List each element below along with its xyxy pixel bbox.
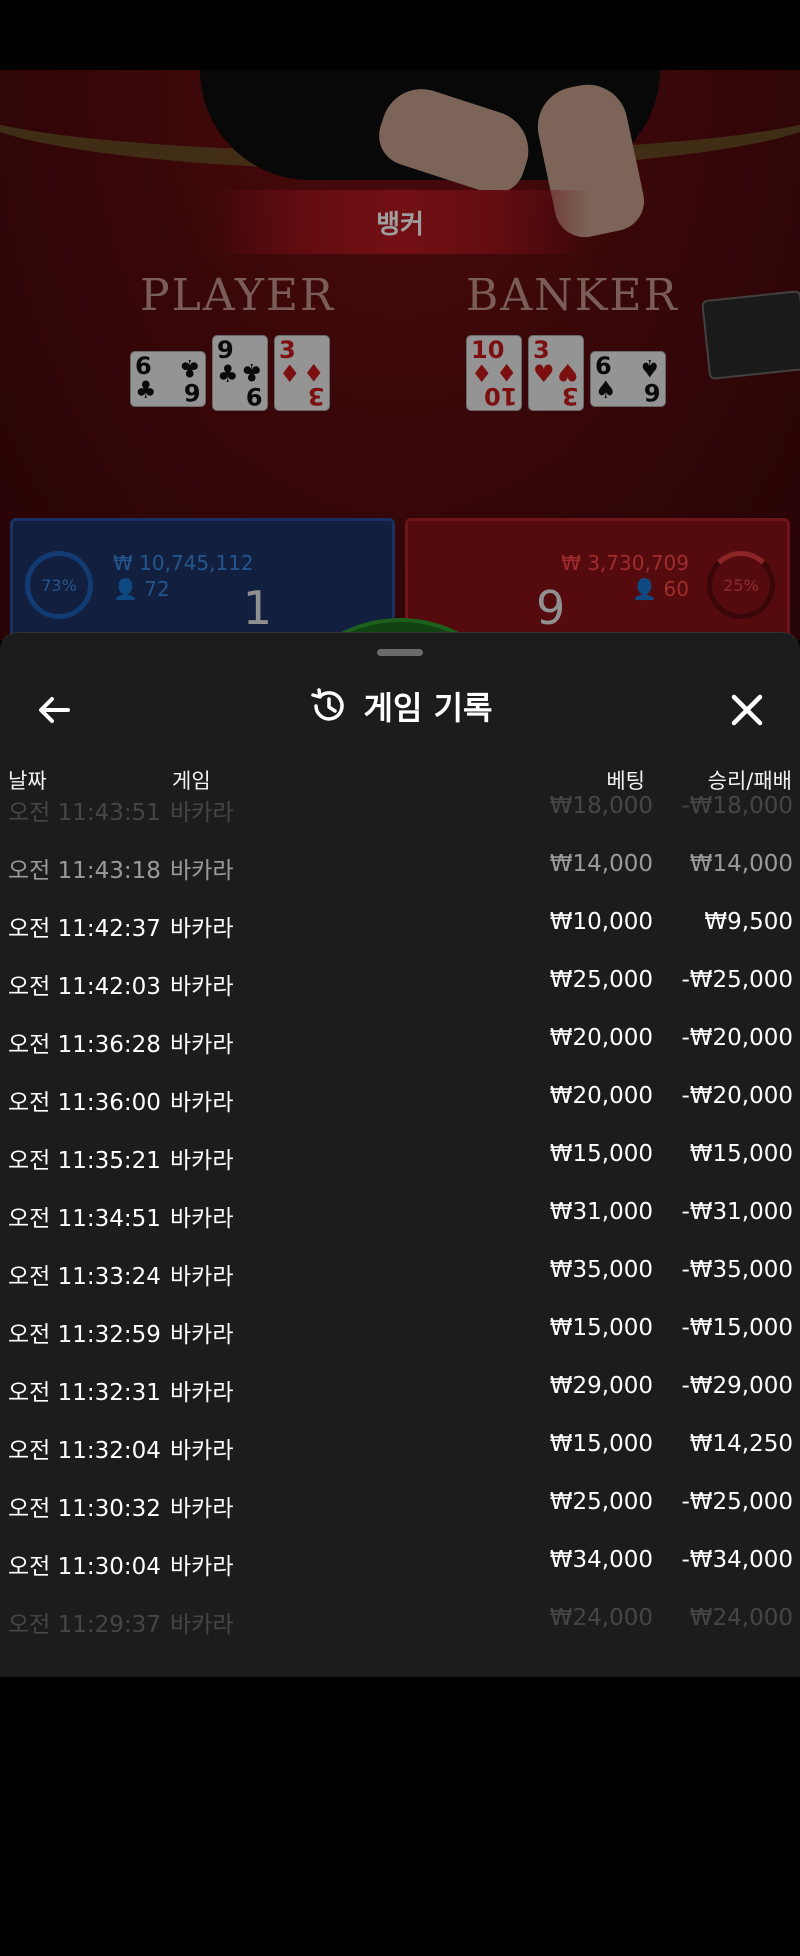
history-clock-icon [310, 688, 344, 721]
row-time: 오전 11:32:59 [8, 1322, 161, 1348]
row-bet: ₩20,000 [549, 1083, 653, 1109]
row-time: 오전 11:30:04 [8, 1554, 161, 1580]
row-result: -₩29,000 [681, 1373, 793, 1399]
game-history-panel: 게임 기록 날짜 게임 베팅 승리/패배 오전 11:43:51 바카라 ₩18,0… [0, 632, 800, 1677]
row-result: -₩20,000 [681, 1083, 793, 1109]
row-bet: ₩34,000 [549, 1547, 653, 1573]
row-game: 바카라 [170, 1438, 234, 1464]
history-row[interactable]: 오전 11:32:59 바카라 ₩15,000 -₩15,000 [0, 1301, 800, 1359]
row-time: 오전 11:32:04 [8, 1438, 161, 1464]
row-result: ₩14,250 [689, 1431, 793, 1457]
row-game: 바카라 [170, 858, 234, 884]
column-header-date[interactable]: 날짜 [8, 765, 47, 795]
row-result: -₩25,000 [681, 967, 793, 993]
row-bet: ₩25,000 [549, 1489, 653, 1515]
row-time: 오전 11:32:31 [8, 1380, 161, 1406]
history-row[interactable]: 오전 11:35:21 바카라 ₩15,000 ₩15,000 [0, 1127, 800, 1185]
row-time: 오전 11:33:24 [8, 1264, 161, 1290]
row-result: -₩34,000 [681, 1547, 793, 1573]
row-result: ₩24,000 [689, 1605, 793, 1631]
status-bar [0, 0, 800, 70]
row-bet: ₩14,000 [549, 851, 653, 877]
column-header-game[interactable]: 게임 [172, 765, 211, 795]
row-game: 바카라 [170, 1496, 234, 1522]
panel-header: 게임 기록 [0, 673, 800, 743]
row-time: 오전 11:36:00 [8, 1090, 161, 1116]
row-result: -₩18,000 [681, 793, 793, 819]
row-game: 바카라 [170, 1322, 234, 1348]
history-row[interactable]: 오전 11:30:32 바카라 ₩25,000 -₩25,000 [0, 1475, 800, 1533]
row-time: 오전 11:34:51 [8, 1206, 161, 1232]
row-game: 바카라 [170, 800, 234, 826]
row-result: -₩31,000 [681, 1199, 793, 1225]
row-time: 오전 11:43:18 [8, 858, 161, 884]
row-time: 오전 11:30:32 [8, 1496, 161, 1522]
history-row[interactable]: 오전 11:32:04 바카라 ₩15,000 ₩14,250 [0, 1417, 800, 1475]
history-row[interactable]: 오전 11:32:31 바카라 ₩29,000 -₩29,000 [0, 1359, 800, 1417]
row-time: 오전 11:35:21 [8, 1148, 161, 1174]
row-result: ₩14,000 [689, 851, 793, 877]
row-game: 바카라 [170, 1554, 234, 1580]
close-button[interactable] [722, 685, 772, 735]
row-result: ₩15,000 [689, 1141, 793, 1167]
row-bet: ₩31,000 [549, 1199, 653, 1225]
row-result: -₩20,000 [681, 1025, 793, 1051]
column-header-result[interactable]: 승리/패배 [708, 765, 792, 795]
row-bet: ₩18,000 [549, 793, 653, 819]
row-bet: ₩20,000 [549, 1025, 653, 1051]
history-row[interactable]: 오전 11:42:03 바카라 ₩25,000 -₩25,000 [0, 953, 800, 1011]
history-row[interactable]: 오전 11:36:28 바카라 ₩20,000 -₩20,000 [0, 1011, 800, 1069]
history-row[interactable]: 오전 11:43:51 바카라 ₩18,000 -₩18,000 [0, 793, 800, 837]
history-row[interactable]: 오전 11:34:51 바카라 ₩31,000 -₩31,000 [0, 1185, 800, 1243]
history-row[interactable]: 오전 11:42:37 바카라 ₩10,000 ₩9,500 [0, 895, 800, 953]
history-row[interactable]: 오전 11:36:00 바카라 ₩20,000 -₩20,000 [0, 1069, 800, 1127]
row-time: 오전 11:29:37 [8, 1612, 161, 1638]
column-header-bet[interactable]: 베팅 [606, 765, 645, 795]
row-game: 바카라 [170, 1264, 234, 1290]
row-result: -₩25,000 [681, 1489, 793, 1515]
history-row[interactable]: 오전 11:30:04 바카라 ₩34,000 -₩34,000 [0, 1533, 800, 1591]
row-bet: ₩15,000 [549, 1315, 653, 1341]
history-row[interactable]: 오전 11:33:24 바카라 ₩35,000 -₩35,000 [0, 1243, 800, 1301]
row-result: -₩35,000 [681, 1257, 793, 1283]
row-game: 바카라 [170, 1090, 234, 1116]
drag-handle[interactable] [377, 649, 423, 656]
row-bet: ₩24,000 [549, 1605, 653, 1631]
history-list[interactable]: 오전 11:43:51 바카라 ₩18,000 -₩18,000 오전 11:43:18… [0, 793, 800, 1643]
row-game: 바카라 [170, 1206, 234, 1232]
row-result: ₩9,500 [704, 909, 793, 935]
row-time: 오전 11:42:03 [8, 974, 161, 1000]
row-game: 바카라 [170, 1380, 234, 1406]
row-bet: ₩35,000 [549, 1257, 653, 1283]
row-bet: ₩15,000 [549, 1141, 653, 1167]
row-bet: ₩29,000 [549, 1373, 653, 1399]
history-row[interactable]: 오전 11:29:37 바카라 ₩24,000 ₩24,000 [0, 1591, 800, 1643]
row-result: -₩15,000 [681, 1315, 793, 1341]
row-game: 바카라 [170, 1032, 234, 1058]
row-time: 오전 11:42:37 [8, 916, 161, 942]
row-game: 바카라 [170, 916, 234, 942]
close-x-icon [731, 694, 763, 726]
row-bet: ₩25,000 [549, 967, 653, 993]
row-game: 바카라 [170, 974, 234, 1000]
row-bet: ₩15,000 [549, 1431, 653, 1457]
row-time: 오전 11:43:51 [8, 800, 161, 826]
modal-overlay[interactable] [0, 70, 800, 640]
history-row[interactable]: 오전 11:43:18 바카라 ₩14,000 ₩14,000 [0, 837, 800, 895]
row-bet: ₩10,000 [549, 909, 653, 935]
panel-title: 게임 기록 [363, 689, 493, 727]
row-game: 바카라 [170, 1148, 234, 1174]
row-time: 오전 11:36:28 [8, 1032, 161, 1058]
row-game: 바카라 [170, 1612, 234, 1638]
